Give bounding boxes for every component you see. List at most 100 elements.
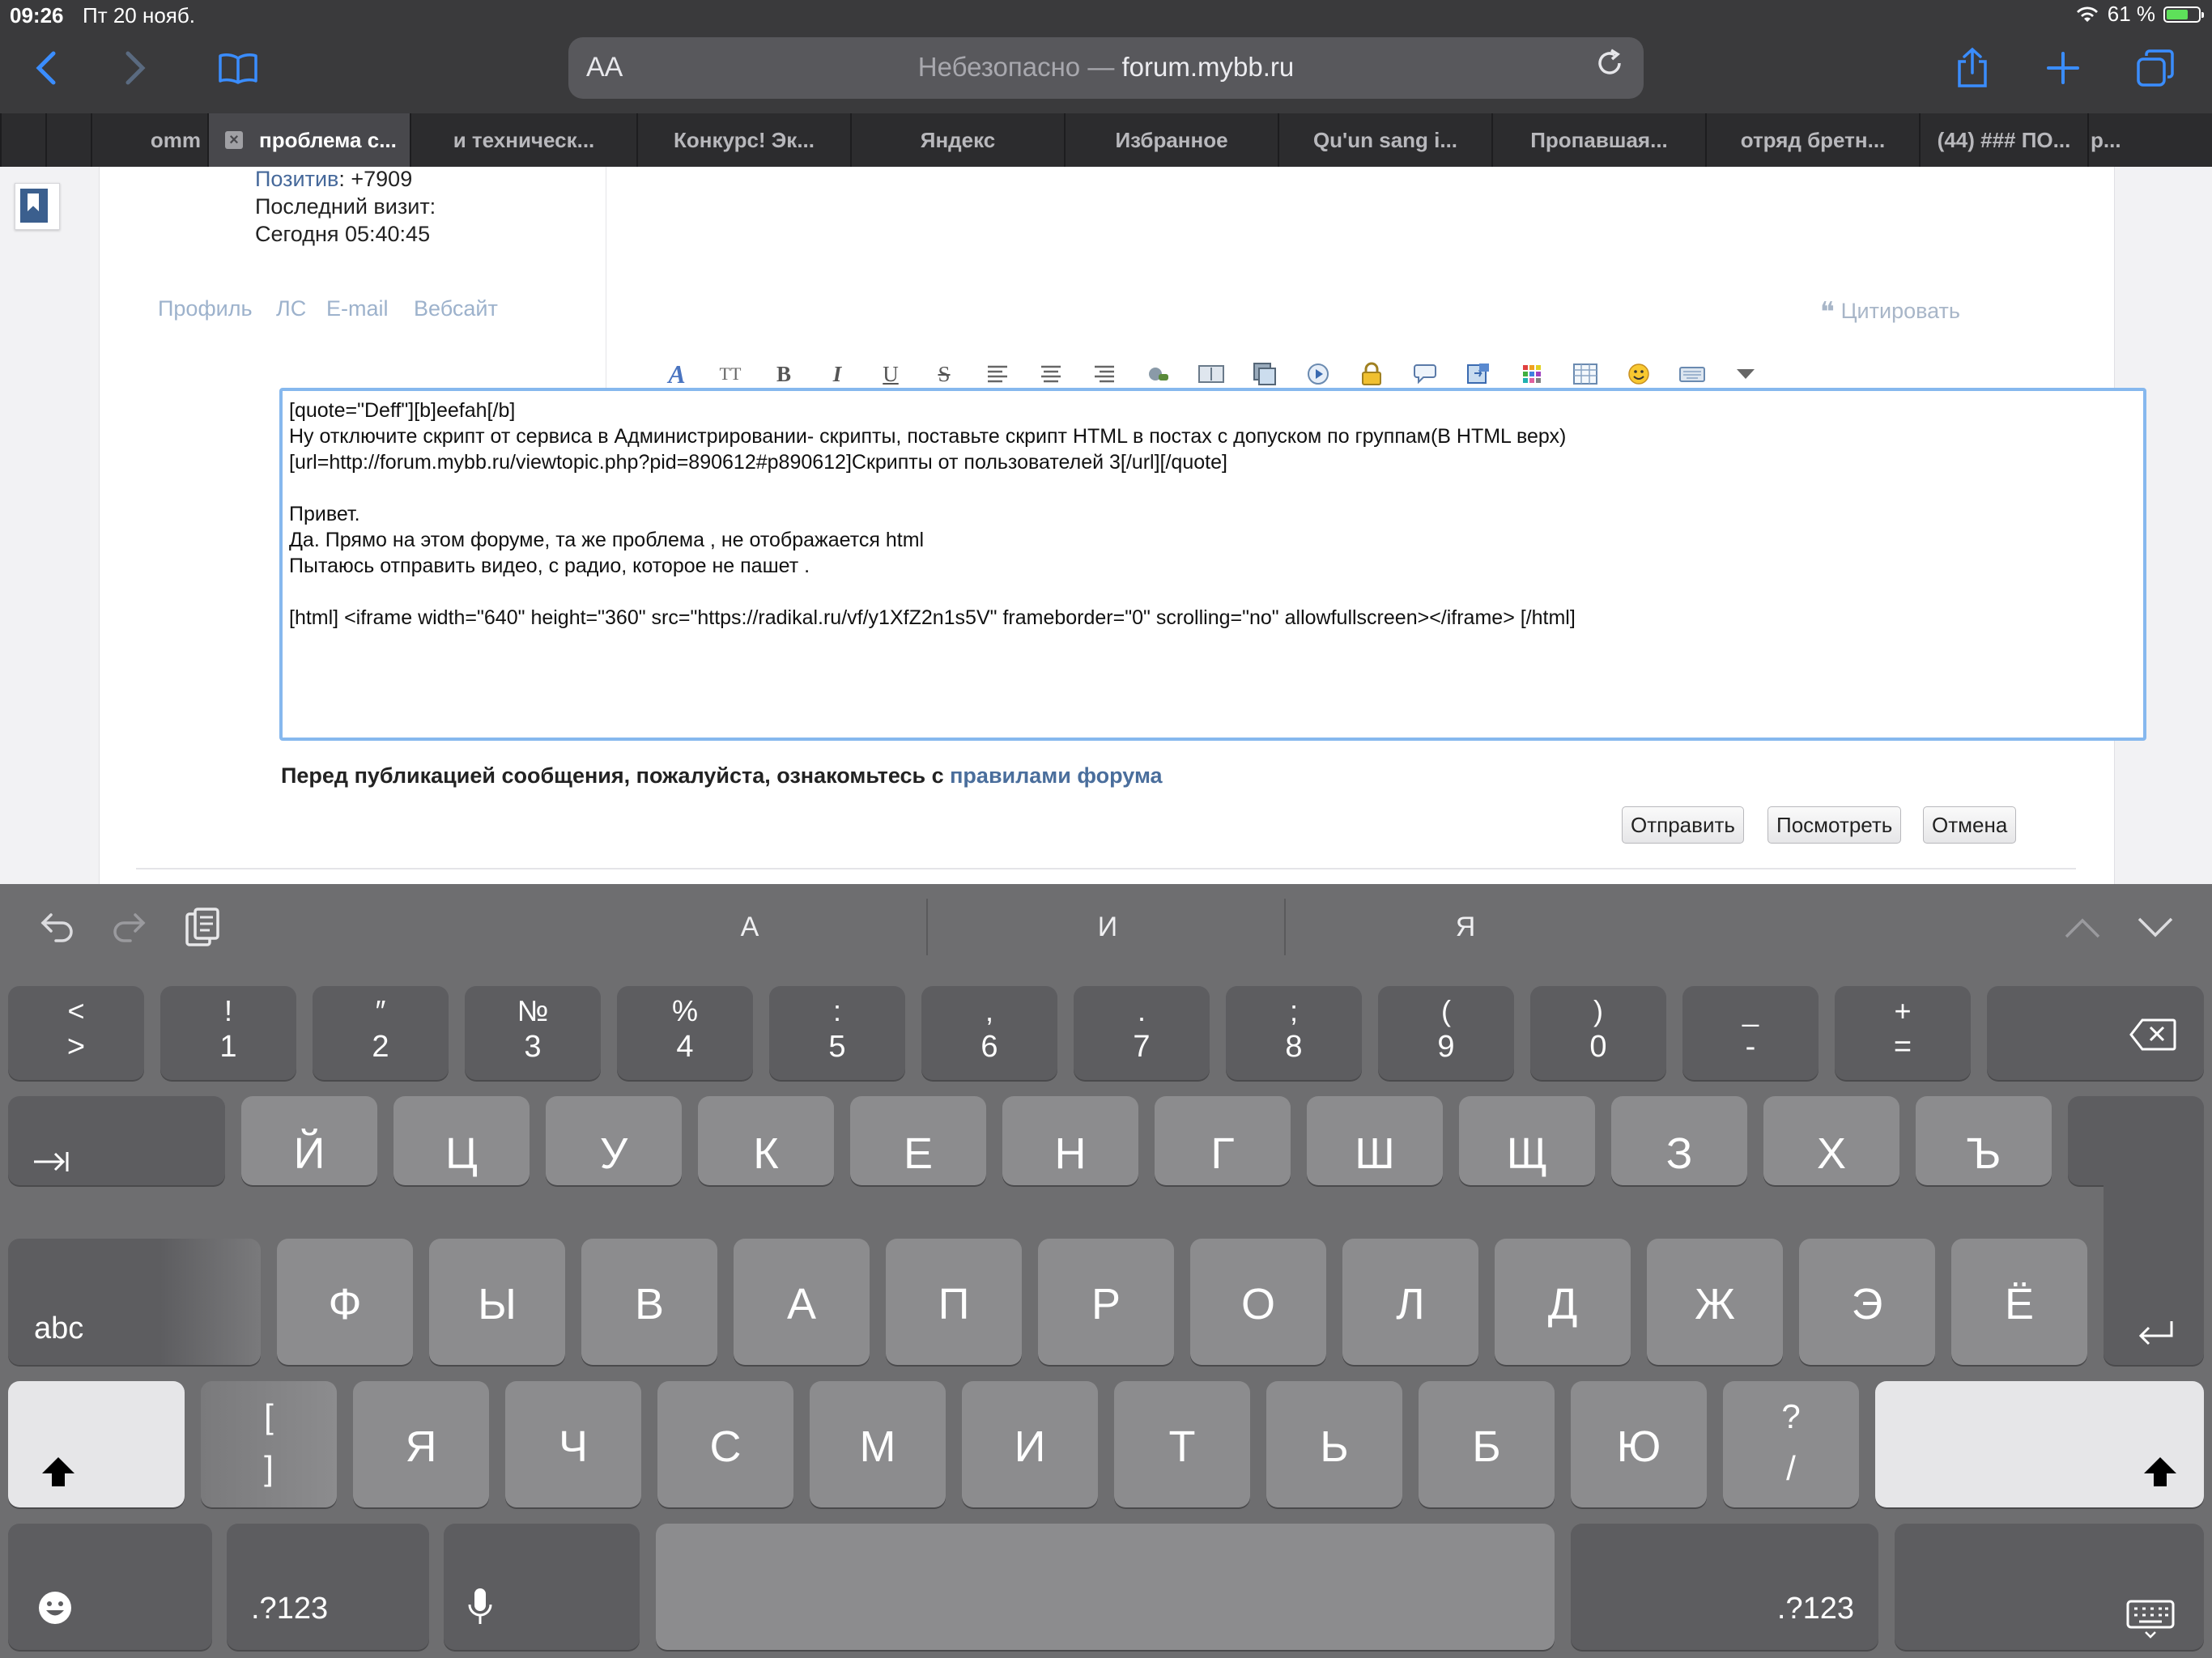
backspace-key[interactable] [1987,986,2204,1080]
tab-item[interactable]: и техническ... [410,113,636,167]
key-letter[interactable]: Л [1342,1239,1478,1365]
quote-insert-button[interactable] [1398,356,1452,392]
cancel-button[interactable]: Отмена [1923,806,2017,844]
key-letter[interactable]: Ч [505,1381,641,1507]
key-3[interactable]: № 3 [465,986,601,1080]
key-letter[interactable]: Р [1038,1239,1174,1365]
tab-item[interactable]: р... [2087,113,2212,167]
key-letter[interactable]: Щ [1459,1096,1595,1185]
tab-item[interactable]: (44) ### ПО... [1919,113,2087,167]
new-tab-button[interactable] [2031,34,2095,102]
key-6[interactable]: ,6 [921,986,1057,1080]
key-letter[interactable]: Б [1419,1381,1555,1507]
link-button[interactable] [1131,356,1185,392]
return-key[interactable] [2104,1182,2204,1365]
key-letter[interactable]: К [698,1096,834,1185]
prev-field-button[interactable] [2057,907,2108,949]
color-palette-button[interactable] [1505,356,1559,392]
key-letter[interactable]: Ж [1647,1239,1783,1365]
table-button[interactable] [1559,356,1612,392]
key-letter[interactable]: П [886,1239,1022,1365]
key-9[interactable]: (9 [1378,986,1514,1080]
key-letter[interactable]: И [962,1381,1098,1507]
tab-blank-1[interactable] [0,113,45,167]
italic-button[interactable]: I [810,356,864,392]
align-center-button[interactable] [1024,356,1078,392]
profile-link[interactable]: Профиль [158,296,253,321]
key-letter[interactable]: З [1611,1096,1747,1185]
paste-button[interactable] [173,900,230,954]
message-textarea[interactable]: [quote="Deff"][b]eefah[/b] Ну отключите … [279,388,2146,741]
strike-button[interactable]: S [917,356,971,392]
key-angle[interactable]: < > [8,986,144,1080]
key-2[interactable]: ″ 2 [313,986,449,1080]
key-letter[interactable]: Х [1763,1096,1899,1185]
suggestion-1[interactable]: А [572,912,928,943]
key-equals[interactable]: + = [1835,986,1971,1080]
tab-item[interactable]: Избранное [1064,113,1278,167]
key-letter[interactable]: Н [1002,1096,1138,1185]
preview-button[interactable]: Посмотреть [1767,806,1902,844]
shift-key-left[interactable] [8,1381,185,1507]
key-letter[interactable]: У [546,1096,682,1185]
key-8[interactable]: ; 8 [1226,986,1362,1080]
key-letter[interactable]: Т [1114,1381,1250,1507]
shift-key-right[interactable] [1875,1381,2204,1507]
address-bar[interactable]: AA Небезопасно — forum.mybb.ru [568,37,1644,99]
key-minus[interactable]: _ - [1682,986,1819,1080]
key-letter[interactable]: Й [241,1096,377,1185]
smiley-button[interactable] [1612,356,1665,392]
video-button[interactable] [1291,356,1345,392]
hide-keyboard-key[interactable] [1895,1524,2204,1650]
abc-key[interactable]: abc [8,1239,261,1365]
key-brackets[interactable]: [] [201,1381,337,1507]
key-letter[interactable]: Е [850,1096,986,1185]
key-letter[interactable]: Э [1799,1239,1935,1365]
submit-button[interactable]: Отправить [1622,806,1744,844]
bookmarks-button[interactable] [206,34,270,102]
align-right-button[interactable] [1078,356,1131,392]
tab-item[interactable]: Яндекс [850,113,1064,167]
key-letter[interactable]: С [657,1381,793,1507]
key-letter[interactable]: Ф [277,1239,413,1365]
pm-link[interactable]: ЛС [276,296,306,321]
quote-button[interactable]: ❝ Цитировать [1820,296,1960,329]
key-letter[interactable]: Ю [1571,1381,1707,1507]
gallery-button[interactable] [1238,356,1291,392]
email-link[interactable]: E-mail [326,296,389,321]
bookmark-side-icon[interactable] [15,183,60,230]
key-letter[interactable]: Ц [393,1096,530,1185]
numbers-key-right[interactable]: .?123 [1571,1524,1878,1650]
key-letter[interactable]: В [581,1239,717,1365]
suggestion-3[interactable]: Я [1287,912,1644,943]
key-letter[interactable]: М [810,1381,946,1507]
underline-button[interactable]: U [864,356,917,392]
back-button[interactable] [13,34,78,102]
close-tab-icon[interactable]: × [225,131,243,149]
tab-blank-2[interactable] [45,113,91,167]
hide-button[interactable] [1345,356,1398,392]
reload-icon[interactable] [1593,47,1626,88]
tab-item[interactable]: Qu'un sang i... [1278,113,1491,167]
key-letter[interactable]: О [1190,1239,1326,1365]
suggestion-2[interactable]: И [929,912,1286,943]
rules-link[interactable]: правилами форума [950,763,1162,788]
key-letter[interactable]: Ъ [1916,1096,2052,1185]
return-key-top[interactable] [2068,1096,2204,1185]
space-key[interactable] [656,1524,1555,1650]
undo-button[interactable] [29,903,86,952]
font-color-button[interactable]: A [650,356,704,392]
key-letter[interactable]: Ш [1307,1096,1443,1185]
key-slash[interactable]: ? / [1723,1381,1859,1507]
positive-link[interactable]: Позитив [255,167,338,191]
image-button[interactable] [1185,356,1238,392]
key-letter[interactable]: Ё [1951,1239,2087,1365]
tab-item[interactable]: Пропавшая... [1491,113,1705,167]
upload-button[interactable] [1665,356,1719,392]
key-letter[interactable]: А [734,1239,870,1365]
key-letter[interactable]: Д [1495,1239,1631,1365]
numbers-key-left[interactable]: .?123 [227,1524,429,1650]
tab-item[interactable]: omm [91,113,207,167]
bold-button[interactable]: B [757,356,810,392]
tab-active[interactable]: × проблема с... [207,113,410,167]
